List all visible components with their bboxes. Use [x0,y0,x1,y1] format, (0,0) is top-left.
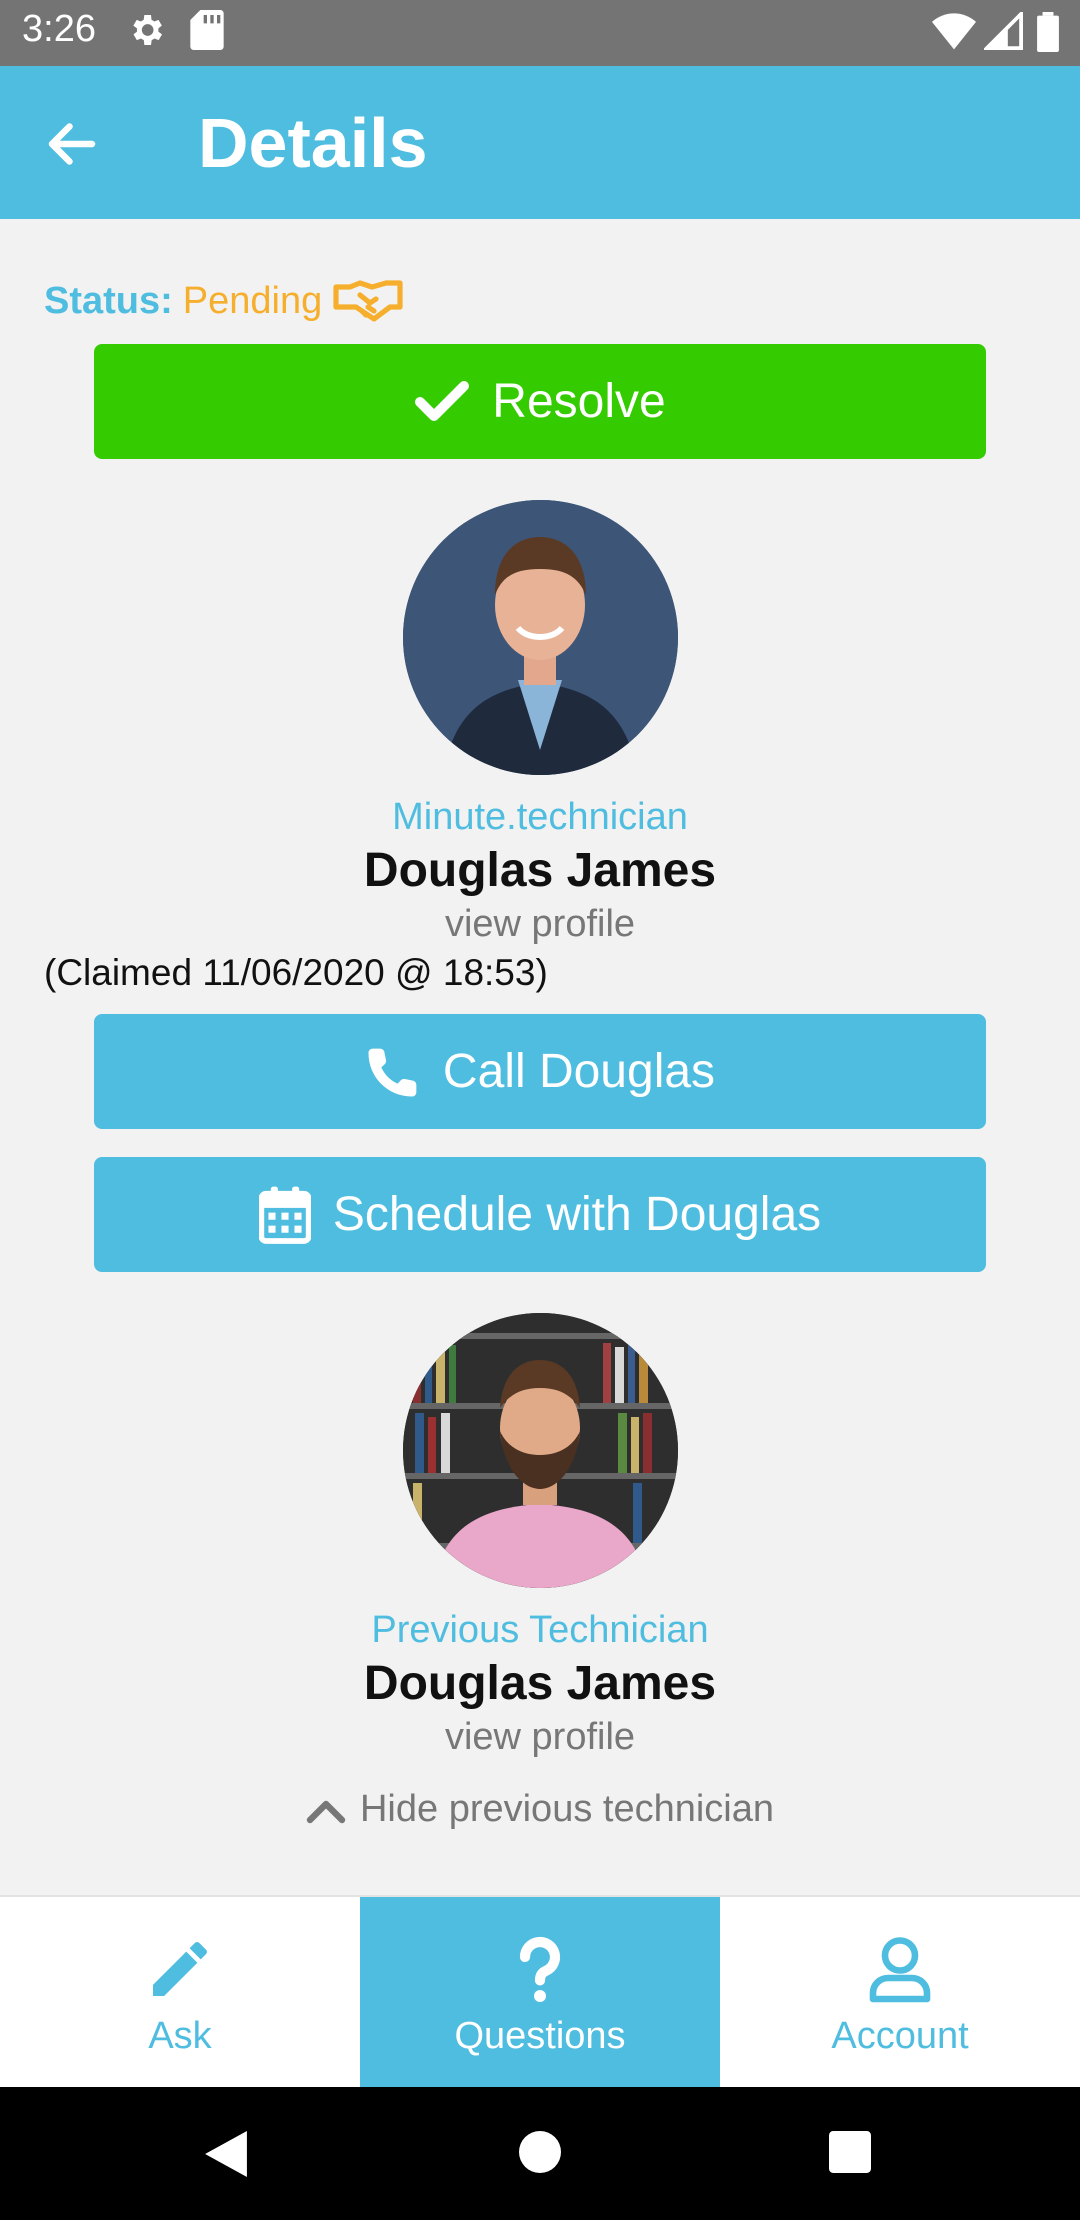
claimed-timestamp: (Claimed 11/06/2020 @ 18:53) [44,952,548,993]
pencil-icon [153,1942,207,1996]
resolve-button[interactable]: Resolve [94,344,986,459]
call-button-label: Call Douglas [442,1045,716,1098]
handshake-icon [333,280,403,322]
status-value: Pending [182,279,323,322]
previous-view-profile-link[interactable]: view profile [0,1716,1080,1759]
details-content: Status: Pending Resolve Minute.technicia… [0,219,1080,1895]
recents-square-icon[interactable] [829,2131,871,2173]
previous-technician-avatar[interactable] [403,1313,678,1588]
view-profile-link[interactable]: view profile [0,903,1080,946]
chevron-up-icon [306,1800,346,1823]
phone-icon [368,1048,417,1097]
home-circle-icon[interactable] [519,2131,561,2173]
wifi-icon [932,13,976,50]
checkmark-icon [415,380,470,421]
app-bar: Details [0,66,1080,219]
user-icon [869,1937,931,2003]
nav-label-account: Account [831,2015,969,2057]
hide-previous-technician-toggle[interactable]: Hide previous technician [0,1788,1080,1831]
page-title: Details [198,104,428,182]
bottom-nav: Ask Questions Account [0,1895,1080,2089]
question-icon [519,1936,561,2002]
status-bar: 3:26 [0,0,1080,66]
status-line: Status: Pending [44,279,404,323]
technician-name: Douglas James [363,844,717,897]
back-triangle-icon[interactable] [204,2131,248,2177]
back-arrow-icon[interactable] [42,114,102,174]
nav-item-account[interactable]: Account [720,1897,1080,2089]
previous-technician-role: Previous Technician [371,1609,709,1651]
sd-card-icon [190,10,224,50]
signal-icon [984,12,1023,50]
nav-item-ask[interactable]: Ask [0,1897,360,2089]
call-button[interactable]: Call Douglas [94,1014,986,1129]
status-time: 3:26 [22,8,96,50]
settings-icon [133,15,162,45]
previous-technician-name: Douglas James [363,1657,717,1710]
system-nav-bar [0,2087,1080,2220]
status-label: Status: [44,279,173,322]
resolve-button-label: Resolve [492,375,666,428]
schedule-button-label: Schedule with Douglas [332,1188,822,1241]
nav-label-questions: Questions [454,2015,626,2057]
nav-item-questions[interactable]: Questions [360,1897,720,2089]
hide-previous-technician-label: Hide previous technician [359,1788,774,1830]
battery-icon [1037,12,1059,52]
technician-avatar[interactable] [403,500,678,775]
nav-label-ask: Ask [148,2015,212,2057]
technician-role: Minute.technician [392,796,688,838]
schedule-button[interactable]: Schedule with Douglas [94,1157,986,1272]
calendar-icon [258,1186,311,1244]
